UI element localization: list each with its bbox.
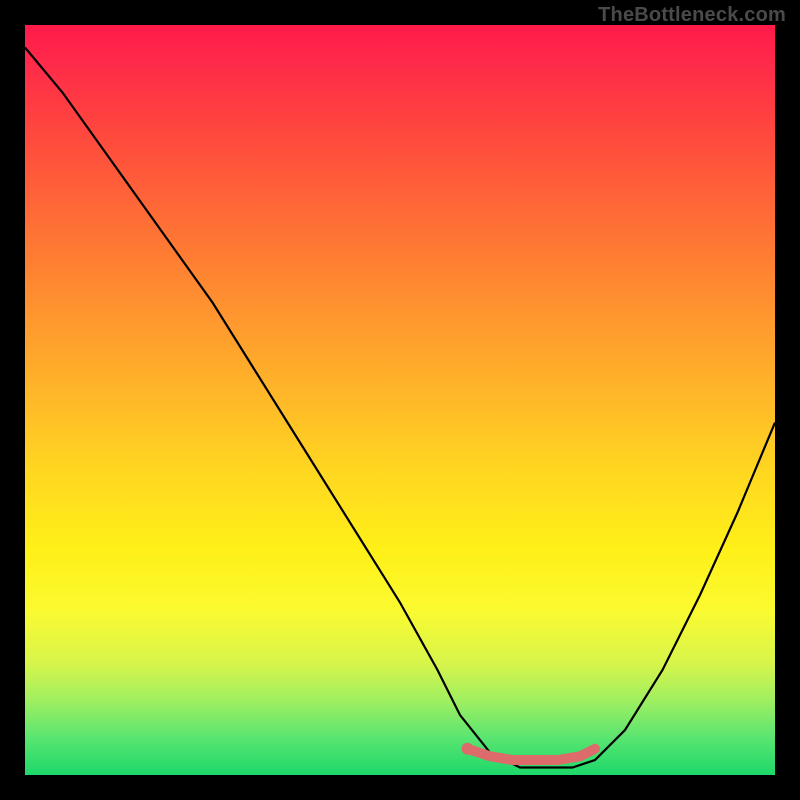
chart-svg (25, 25, 775, 775)
highlight-dot (462, 743, 474, 755)
highlight-curve (468, 749, 596, 760)
chart-container: TheBottleneck.com (0, 0, 800, 800)
watermark-text: TheBottleneck.com (598, 4, 786, 27)
plot-area (25, 25, 775, 775)
main-curve (25, 48, 775, 768)
curve-group (25, 48, 775, 768)
